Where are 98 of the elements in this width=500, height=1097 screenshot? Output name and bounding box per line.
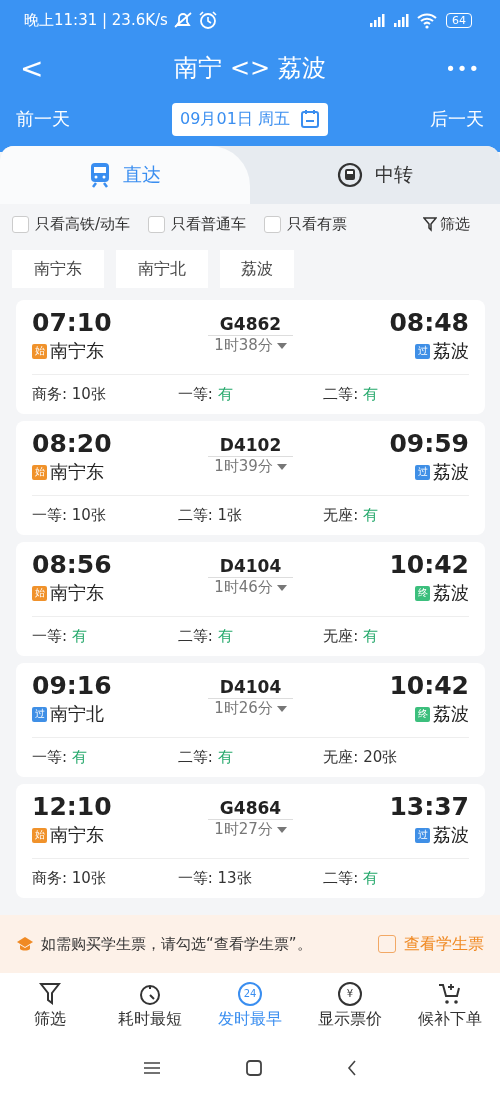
caret-icon [276, 463, 287, 470]
train-card[interactable]: 12:10 始 南宁东 G4864 1时27分 13:37 过 荔波 商务: 10张 一等: 13张 二等: 有 [16, 784, 485, 898]
duration-toggle[interactable]: 1时26分 [214, 699, 287, 718]
seat-availability: 二等: 有 [323, 385, 380, 404]
departure-time: 08:20 [32, 429, 113, 459]
departure-time: 12:10 [32, 792, 113, 822]
cart-plus-icon [438, 982, 462, 1006]
duration-toggle[interactable]: 1时27分 [214, 820, 287, 839]
battery-icon: 64 [446, 12, 472, 28]
filter-checkbox[interactable]: 只看高铁/动车 [12, 214, 131, 234]
station-name: 荔波 [433, 823, 469, 847]
train-transfer-icon [337, 162, 363, 188]
station-badge: 终 [415, 706, 430, 722]
train-card[interactable]: 08:56 始 南宁东 D4104 1时46分 10:42 终 荔波 一等: 有 二等: 有 无座: 有 [16, 542, 485, 656]
timer-icon [138, 982, 162, 1006]
seat-availability: 一等: 10张 [32, 506, 107, 525]
graduation-cap-icon [16, 936, 34, 952]
train-number: G4862 [207, 314, 294, 336]
seat-availability: 无座: 20张 [323, 748, 399, 767]
station-badge: 过 [32, 706, 47, 722]
train-number: G4864 [207, 798, 294, 820]
seat-availability: 商务: 10张 [32, 385, 107, 404]
train-number: D4104 [207, 677, 294, 699]
station-name: 荔波 [433, 460, 469, 484]
station-name: 荔波 [433, 581, 469, 605]
back-icon [347, 1060, 358, 1076]
seat-availability: 二等: 1张 [177, 506, 244, 525]
station-chip[interactable]: 南宁北 [116, 250, 208, 288]
signal-icon [392, 11, 412, 29]
station-name: 南宁东 [50, 581, 104, 605]
station-name: 南宁东 [50, 339, 104, 363]
train-card[interactable]: 09:16 过 南宁北 D4104 1时26分 10:42 终 荔波 一等: 有 二等: 有 无座: 20张 [16, 663, 485, 777]
station-chip[interactable]: 南宁东 [12, 250, 104, 288]
filter-checkbox[interactable]: 只看有票 [264, 214, 348, 234]
funnel-icon [423, 216, 437, 232]
seat-availability: 无座: 有 [323, 506, 380, 525]
bottom-nav-item[interactable]: ¥ 显示票价 [315, 982, 385, 1030]
funnel-icon [39, 982, 61, 1006]
alarm-icon [197, 10, 218, 30]
duration-toggle[interactable]: 1时38分 [214, 336, 287, 355]
bottom-nav-item[interactable]: 耗时最短 [115, 982, 185, 1030]
bottom-nav-item[interactable]: 筛选 [15, 982, 85, 1030]
station-chip[interactable]: 荔波 [220, 250, 294, 288]
caret-icon [276, 584, 287, 591]
seat-availability: 二等: 有 [177, 748, 234, 767]
station-badge: 始 [32, 464, 47, 480]
train-card[interactable]: 07:10 始 南宁东 G4862 1时38分 08:48 过 荔波 商务: 10张 一等: 有 二等: 有 [16, 300, 485, 414]
train-number: D4102 [207, 435, 294, 457]
seat-availability: 商务: 10张 [32, 869, 107, 888]
seat-availability: 二等: 有 [323, 869, 380, 888]
bottom-nav-item[interactable]: 候补下单 [415, 982, 485, 1030]
clock-24-icon: 24 [238, 982, 262, 1006]
station-badge: 过 [415, 464, 430, 480]
seat-availability: 一等: 有 [177, 385, 234, 404]
arrival-time: 08:48 [389, 308, 469, 338]
banner-text: 如需购买学生票，请勾选“查看学生票”。 [41, 934, 313, 954]
train-icon [89, 162, 111, 188]
caret-icon [276, 826, 287, 833]
station-badge: 始 [32, 585, 47, 601]
station-name: 荔波 [433, 702, 469, 726]
calendar-icon [299, 109, 320, 129]
seat-availability: 二等: 有 [177, 627, 234, 646]
arrival-time: 09:59 [389, 429, 469, 459]
tab[interactable]: 中转 [250, 146, 500, 204]
filter-checkbox[interactable]: 只看普通车 [148, 214, 247, 234]
arrival-time: 13:37 [389, 792, 469, 822]
wifi-icon [416, 11, 438, 29]
station-badge: 终 [415, 585, 430, 601]
station-badge: 始 [32, 827, 47, 843]
caret-icon [276, 705, 287, 712]
train-number: D4104 [207, 556, 294, 578]
arrival-time: 10:42 [389, 550, 469, 580]
departure-time: 08:56 [32, 550, 113, 580]
station-name: 南宁北 [50, 702, 104, 726]
signal-icon [368, 11, 388, 29]
seat-availability: 无座: 有 [323, 627, 380, 646]
page-title: 南宁 <> 荔波 [173, 53, 327, 84]
station-badge: 过 [415, 827, 430, 843]
status-time: 晚上11:31 | 23.6K/s [24, 10, 168, 30]
departure-time: 07:10 [32, 308, 113, 338]
station-badge: 过 [415, 343, 430, 359]
seat-availability: 一等: 有 [32, 748, 88, 767]
yen-icon: ¥ [338, 982, 362, 1006]
home-icon [246, 1060, 262, 1076]
station-name: 南宁东 [50, 823, 104, 847]
filter-button[interactable]: 筛选 [423, 214, 470, 234]
station-name: 荔波 [433, 339, 469, 363]
seat-availability: 一等: 13张 [177, 869, 253, 888]
train-card[interactable]: 08:20 始 南宁东 D4102 1时39分 09:59 过 荔波 一等: 10张 二等: 1张 无座: 有 [16, 421, 485, 535]
station-badge: 始 [32, 343, 47, 359]
seat-availability: 一等: 有 [32, 627, 88, 646]
arrival-time: 10:42 [389, 671, 469, 701]
menu-icon [142, 1061, 161, 1075]
departure-time: 09:16 [32, 671, 113, 701]
duration-toggle[interactable]: 1时39分 [214, 457, 287, 476]
caret-icon [276, 342, 287, 349]
station-name: 南宁东 [50, 460, 104, 484]
duration-toggle[interactable]: 1时46分 [214, 578, 287, 597]
